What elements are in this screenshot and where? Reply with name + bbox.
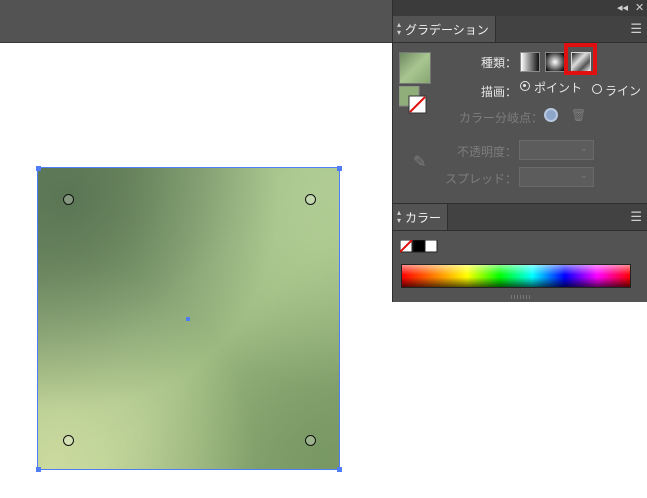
gradient-color-point[interactable]: [305, 435, 316, 446]
panel-group: ◂◂ ✕ ▴ ▾ グラデーション ☰ 種類： 描画： ポイント ライン カラー分岐…: [392, 0, 647, 302]
trash-icon[interactable]: 🗑: [571, 108, 586, 122]
eyedropper-icon[interactable]: ✎: [413, 152, 426, 171]
gradient-color-point[interactable]: [63, 194, 74, 205]
anchor-top-left[interactable]: [36, 166, 41, 171]
color-panel-tabbar: ▴ ▾ カラー ☰: [393, 203, 647, 231]
chevron-down-icon: ⌄: [579, 170, 588, 181]
gradient-color-point[interactable]: [63, 435, 74, 446]
draw-label: 描画：: [481, 85, 518, 99]
color-panel-menu-icon[interactable]: ☰: [630, 210, 642, 225]
radio-line-label[interactable]: ライン: [605, 82, 641, 99]
chevron-down-icon: ⌄: [579, 143, 588, 154]
radial-gradient-button[interactable]: [545, 52, 565, 72]
spread-dropdown[interactable]: ⌄: [519, 167, 594, 187]
type-label: 種類：: [481, 56, 518, 70]
none-black-white-swatches[interactable]: [399, 239, 438, 253]
panel-top-strip: ◂◂ ✕: [393, 0, 647, 16]
opacity-label: 不透明度：: [457, 145, 518, 159]
fill-stroke-swatch[interactable]: [398, 85, 427, 114]
tab-color-label: カラー: [405, 210, 442, 225]
tab-gradient-label: グラデーション: [405, 22, 489, 37]
gradient-panel-menu-icon[interactable]: ☰: [630, 22, 642, 37]
gradient-panel-tabbar: ▴ ▾ グラデーション ☰: [393, 16, 647, 43]
radio-point[interactable]: [520, 81, 530, 91]
color-spectrum-bar[interactable]: [401, 264, 631, 288]
color-stop-icon: [544, 108, 558, 122]
gradient-fill-swatch[interactable]: [399, 52, 431, 84]
tab-gradient[interactable]: ▴ ▾ グラデーション: [393, 16, 496, 42]
radio-point-label[interactable]: ポイント: [534, 79, 582, 96]
anchor-bottom-left[interactable]: [36, 467, 41, 472]
opacity-dropdown[interactable]: ⌄: [519, 140, 594, 160]
anchor-top-right[interactable]: [337, 166, 342, 171]
gradient-color-point[interactable]: [305, 194, 316, 205]
highlight-annotation-box: [564, 43, 597, 75]
linear-gradient-button[interactable]: [520, 52, 540, 72]
center-point[interactable]: [186, 317, 190, 321]
tab-color[interactable]: ▴ ▾ カラー: [393, 204, 449, 230]
anchor-bottom-right[interactable]: [337, 467, 342, 472]
radio-line[interactable]: [592, 84, 602, 94]
panel-resize-grip[interactable]: [511, 295, 531, 299]
color-stop-label: カラー分岐点：: [459, 111, 544, 125]
close-panel-icon[interactable]: ✕: [635, 1, 644, 14]
panel-options-arrows-icon[interactable]: ▴ ▾: [397, 21, 401, 37]
spread-label: スプレッド：: [445, 172, 518, 186]
panel-options-arrows-icon[interactable]: ▴ ▾: [397, 209, 401, 225]
collapse-panels-icon[interactable]: ◂◂: [617, 1, 628, 14]
